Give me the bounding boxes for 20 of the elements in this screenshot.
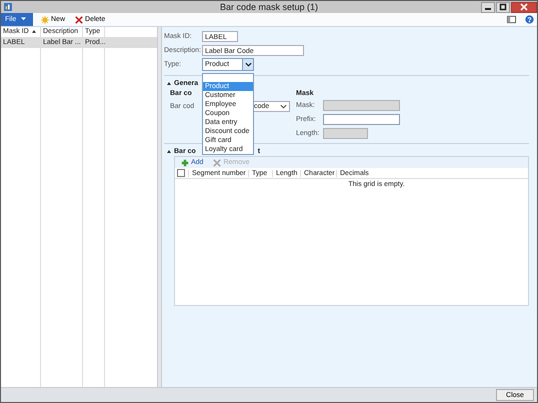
window-icon[interactable]	[507, 15, 516, 24]
collapse-icon[interactable]	[167, 82, 171, 84]
minimize-button[interactable]	[481, 2, 495, 12]
input-field[interactable]	[323, 114, 400, 124]
close-button[interactable]	[511, 2, 537, 12]
close-icon	[520, 3, 528, 11]
sun-icon	[41, 16, 49, 24]
plus-icon	[181, 158, 189, 166]
chevron-icon	[244, 61, 252, 68]
collapse-icon[interactable]	[167, 150, 171, 152]
select-all-checkbox[interactable]	[177, 169, 185, 177]
delete-icon	[75, 16, 84, 24]
app-icon	[4, 3, 12, 11]
caret-icon	[21, 17, 26, 21]
help-icon[interactable]	[525, 15, 534, 24]
window-title: Bar code mask setup (1)	[220, 2, 318, 12]
chevron-icon	[280, 103, 287, 110]
restore-icon	[499, 3, 507, 11]
x-icon	[213, 158, 222, 166]
restore-button[interactable]	[496, 2, 510, 12]
